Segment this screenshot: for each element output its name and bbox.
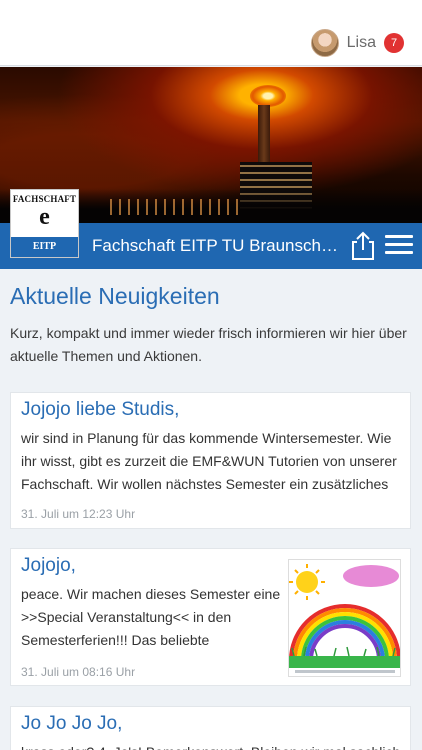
news-card[interactable]: Jojojo liebe Studis, wir sind in Planung… <box>10 392 411 529</box>
top-bar: Lisa 7 <box>0 0 422 66</box>
news-card-image[interactable] <box>288 559 401 677</box>
news-card-text: peace. Wir machen dieses Semester eine >… <box>21 586 281 648</box>
news-card-title[interactable]: Jojojo, <box>21 555 76 577</box>
cover-glow <box>250 85 286 107</box>
logo-bottom-text: EITP <box>11 237 78 257</box>
news-card-title[interactable]: Jojojo liebe Studis, <box>21 399 179 421</box>
news-card-title[interactable]: Jo Jo Jo Jo, <box>21 713 122 735</box>
share-icon <box>352 231 374 260</box>
news-card[interactable]: Jo Jo Jo Jo, krass oder? 4. Jo's! Bemerk… <box>10 706 411 750</box>
user-name[interactable]: Lisa <box>347 34 376 52</box>
menu-icon-bar <box>385 235 413 238</box>
news-card-date: 31. Juli um 12:23 Uhr <box>21 507 136 521</box>
group-logo[interactable]: FACHSCHAFT e EITP <box>10 189 79 258</box>
share-button[interactable] <box>350 231 376 261</box>
cover-city-lights <box>110 199 240 215</box>
news-card-date: 31. Juli um 08:16 Uhr <box>21 665 136 679</box>
cover-tower <box>258 105 270 165</box>
user-menu[interactable]: Lisa 7 <box>310 28 404 58</box>
logo-mark: e <box>39 204 50 230</box>
notification-badge[interactable]: 7 <box>384 33 404 53</box>
section-title: Aktuelle Neuigkeiten <box>10 283 220 309</box>
avatar[interactable] <box>310 29 339 57</box>
page-title: Fachschaft EITP TU Braunschweig <box>92 236 342 255</box>
menu-button[interactable] <box>385 235 413 257</box>
news-card-text: wir sind in Planung für das kommende Win… <box>21 430 397 492</box>
news-card-text: krass oder? 4. Jo's! Bemerkenswert. Blei… <box>21 741 403 750</box>
section-intro: Kurz, kompakt und immer wieder frisch in… <box>10 325 407 364</box>
rainbow-illustration <box>289 564 400 673</box>
menu-icon-bar <box>385 251 413 254</box>
news-section: Aktuelle Neuigkeiten Kurz, kompakt und i… <box>10 283 412 368</box>
menu-icon-bar <box>385 243 413 246</box>
logo-top-text: FACHSCHAFT <box>12 194 77 204</box>
news-card[interactable]: Jojojo, peace. Wir machen dieses Semeste… <box>10 548 411 686</box>
